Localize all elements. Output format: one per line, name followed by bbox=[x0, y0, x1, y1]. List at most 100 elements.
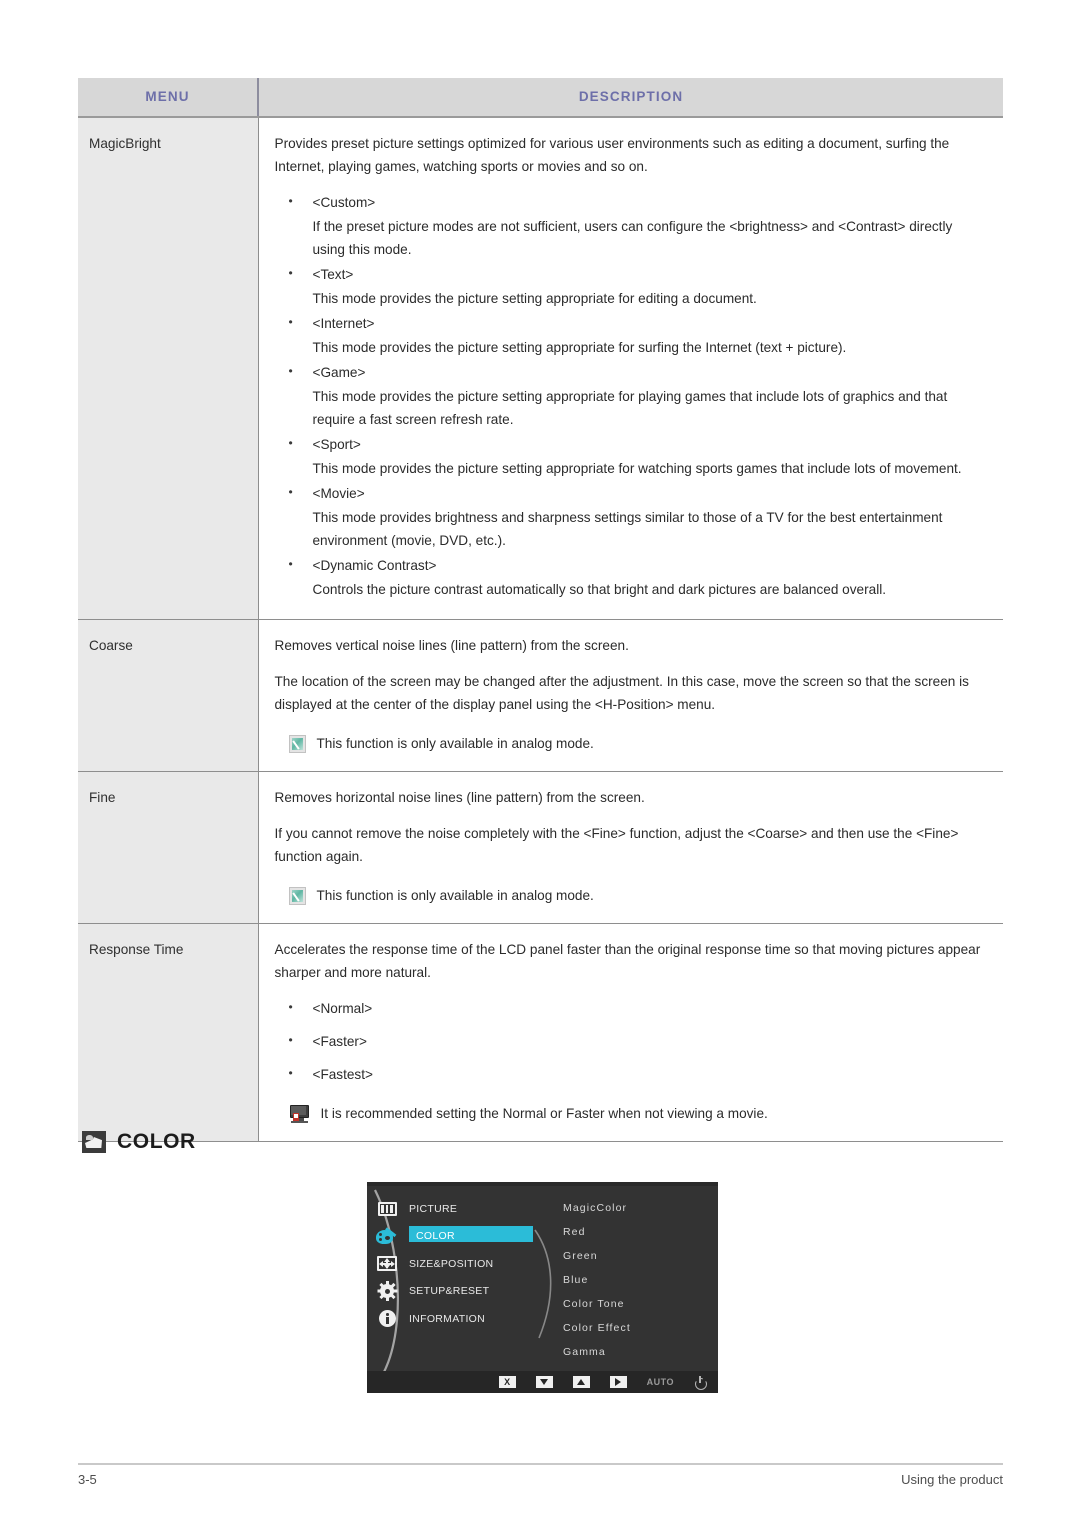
color-section-icon bbox=[82, 1131, 106, 1153]
mode-term: <Internet> bbox=[275, 311, 988, 335]
note-row: It is recommended setting the Normal or … bbox=[275, 1102, 988, 1125]
mode-desc: If the preset picture modes are not suff… bbox=[312, 219, 953, 257]
table-row: Response Time Accelerates the response t… bbox=[78, 923, 1003, 1142]
note-icon bbox=[288, 887, 306, 905]
menu-description-table: MENU DESCRIPTION MagicBright Provides pr… bbox=[78, 78, 1003, 1142]
paragraph: Removes horizontal noise lines (line pat… bbox=[274, 790, 645, 805]
mode-desc: This mode provides the picture setting a… bbox=[312, 389, 948, 427]
chevron-right-icon bbox=[609, 1376, 627, 1388]
list-item: <Movie> This mode provides brightness an… bbox=[275, 481, 988, 552]
description-response-time: Accelerates the response time of the LCD… bbox=[258, 923, 1003, 1142]
page-number: 3-5 bbox=[78, 1472, 97, 1487]
paragraph: Removes vertical noise lines (line patte… bbox=[274, 638, 629, 653]
table-header-row: MENU DESCRIPTION bbox=[78, 78, 1003, 118]
gear-icon bbox=[376, 1281, 398, 1302]
description-fine: Removes horizontal noise lines (line pat… bbox=[258, 771, 1003, 924]
mode-desc: Controls the picture contrast automatica… bbox=[312, 582, 887, 597]
description-coarse: Removes vertical noise lines (line patte… bbox=[258, 619, 1003, 772]
osd-item-setup-reset[interactable]: SETUP&RESET bbox=[367, 1278, 547, 1306]
osd-item-label: SIZE&POSITION bbox=[409, 1257, 494, 1270]
menu-name-magicbright: MagicBright bbox=[78, 117, 259, 620]
section-heading-color: COLOR bbox=[82, 1130, 196, 1154]
mode-term: <Custom> bbox=[275, 190, 988, 214]
enter-button[interactable] bbox=[609, 1375, 627, 1389]
column-header-menu: MENU bbox=[78, 78, 259, 118]
mode-term: <Sport> bbox=[275, 432, 988, 456]
section-title: COLOR bbox=[117, 1130, 196, 1153]
osd-submenu-item[interactable]: MagicColor bbox=[563, 1196, 713, 1220]
list-item: <Internet> This mode provides the pictur… bbox=[275, 311, 988, 359]
note-text: This function is only available in analo… bbox=[316, 736, 594, 751]
osd-item-label: INFORMATION bbox=[409, 1312, 486, 1325]
list-item: <Sport> This mode provides the picture s… bbox=[275, 432, 988, 480]
list-item: <Text> This mode provides the picture se… bbox=[275, 262, 988, 310]
osd-item-picture[interactable]: PICTURE bbox=[367, 1195, 547, 1223]
osd-submenu-item[interactable]: Gamma bbox=[563, 1340, 713, 1364]
document-page: MENU DESCRIPTION MagicBright Provides pr… bbox=[0, 0, 1080, 1527]
note-row: This function is only available in analo… bbox=[275, 884, 988, 907]
osd-submenu-list: MagicColor Red Green Blue Color Tone Col… bbox=[563, 1196, 713, 1364]
osd-item-size-position[interactable]: SIZE&POSITION bbox=[367, 1250, 547, 1278]
paragraph: Accelerates the response time of the LCD… bbox=[274, 942, 981, 980]
size-position-icon bbox=[376, 1254, 398, 1274]
paragraph: If you cannot remove the noise completel… bbox=[274, 826, 959, 864]
info-icon bbox=[376, 1309, 398, 1329]
intro-text: Provides preset picture settings optimiz… bbox=[274, 136, 950, 174]
osd-item-label: SETUP&RESET bbox=[409, 1285, 490, 1298]
chevron-up-icon bbox=[572, 1376, 590, 1388]
list-item: <Game> This mode provides the picture se… bbox=[275, 360, 988, 431]
note-row: This function is only available in analo… bbox=[275, 732, 988, 755]
mode-desc: This mode provides the picture setting a… bbox=[312, 340, 847, 355]
close-icon: X bbox=[498, 1376, 516, 1388]
osd-button-bar: X AUTO bbox=[367, 1371, 718, 1393]
power-button[interactable] bbox=[694, 1375, 706, 1389]
osd-submenu-item[interactable]: Blue bbox=[563, 1268, 713, 1292]
note-text: This function is only available in analo… bbox=[316, 888, 594, 903]
column-header-description: DESCRIPTION bbox=[258, 78, 1003, 118]
mode-desc: This mode provides brightness and sharpn… bbox=[312, 510, 943, 548]
auto-button[interactable]: AUTO bbox=[647, 1375, 674, 1389]
osd-submenu-item[interactable]: Green bbox=[563, 1244, 713, 1268]
mode-desc: This mode provides the picture setting a… bbox=[312, 291, 757, 306]
list-item: <Dynamic Contrast> Controls the picture … bbox=[275, 553, 988, 601]
list-item: <Custom> If the preset picture modes are… bbox=[275, 190, 988, 261]
footer-divider bbox=[78, 1463, 1003, 1465]
palette-icon bbox=[376, 1226, 398, 1246]
page-footer: 3-5 Using the product bbox=[78, 1472, 1003, 1487]
mode-list: <Custom> If the preset picture modes are… bbox=[275, 190, 988, 601]
mode-term: <Text> bbox=[275, 262, 988, 286]
note-icon bbox=[288, 735, 306, 753]
chevron-down-icon bbox=[535, 1376, 553, 1388]
description-magicbright: Provides preset picture settings optimiz… bbox=[258, 117, 1003, 620]
footer-section-label: Using the product bbox=[901, 1472, 1003, 1487]
osd-item-label: COLOR bbox=[416, 1230, 455, 1243]
mode-term: <Game> bbox=[275, 360, 988, 384]
auto-label: AUTO bbox=[646, 1377, 674, 1387]
menu-name-fine: Fine bbox=[78, 771, 259, 924]
table-row: MagicBright Provides preset picture sett… bbox=[78, 117, 1003, 620]
table-row: Fine Removes horizontal noise lines (lin… bbox=[78, 771, 1003, 924]
power-icon bbox=[694, 1376, 706, 1388]
osd-left-menu: PICTURE COLOR SIZE&POSITION SETUP&RESET … bbox=[367, 1195, 547, 1333]
picture-icon bbox=[376, 1199, 398, 1219]
osd-menu-screenshot: PICTURE COLOR SIZE&POSITION SETUP&RESET … bbox=[366, 1181, 719, 1394]
note-text: It is recommended setting the Normal or … bbox=[320, 1106, 768, 1121]
exit-button[interactable]: X bbox=[498, 1375, 516, 1389]
paragraph: The location of the screen may be change… bbox=[274, 674, 969, 712]
option-item: <Fastest> bbox=[275, 1062, 988, 1086]
menu-name-coarse: Coarse bbox=[78, 619, 259, 772]
osd-item-information[interactable]: INFORMATION bbox=[367, 1305, 547, 1333]
osd-submenu-item[interactable]: Color Effect bbox=[563, 1316, 713, 1340]
mode-desc: This mode provides the picture setting a… bbox=[312, 461, 962, 476]
osd-submenu-item[interactable]: Color Tone bbox=[563, 1292, 713, 1316]
menu-name-response-time: Response Time bbox=[78, 923, 259, 1142]
up-button[interactable] bbox=[572, 1375, 590, 1389]
osd-top-bar bbox=[367, 1182, 718, 1186]
mode-term: <Dynamic Contrast> bbox=[275, 553, 988, 577]
osd-submenu-item[interactable]: Red bbox=[563, 1220, 713, 1244]
osd-item-color[interactable]: COLOR bbox=[367, 1223, 547, 1251]
down-button[interactable] bbox=[535, 1375, 553, 1389]
option-item: <Normal> bbox=[275, 996, 988, 1020]
osd-item-label: PICTURE bbox=[409, 1202, 458, 1215]
monitor-icon bbox=[289, 1105, 310, 1124]
